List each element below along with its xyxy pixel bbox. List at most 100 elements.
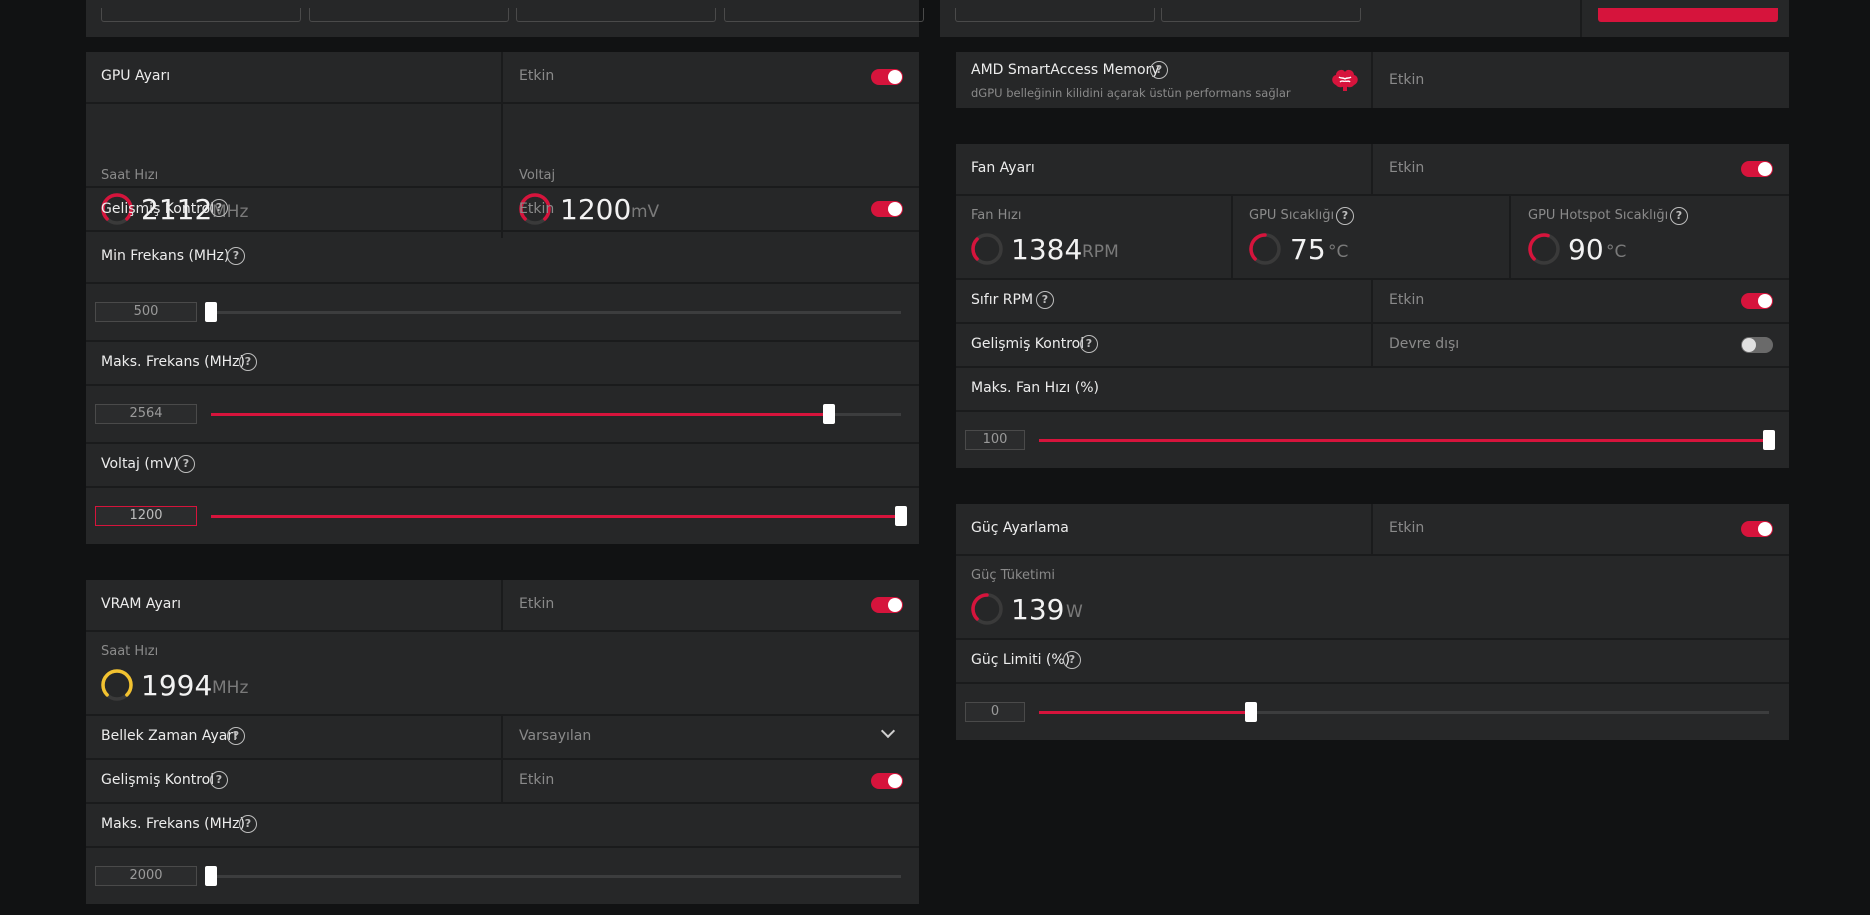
gpu-advanced-status: Etkin	[519, 201, 555, 217]
gpu-clock-label: Saat Hızı	[101, 168, 159, 183]
zero-rpm-help-icon[interactable]: ?	[1036, 291, 1054, 309]
max-fan-label: Maks. Fan Hızı (%)	[971, 380, 1099, 396]
vram-clock-label: Saat Hızı	[101, 644, 159, 659]
gpu-tuning-panel: GPU Ayarı Etkin Saat Hızı 2112 MHz Volta…	[86, 52, 919, 544]
gpu-temp-gauge	[1249, 233, 1281, 265]
power-limit-thumb[interactable]	[1244, 702, 1257, 722]
power-limit-label: Güç Limiti (%)	[971, 652, 1071, 668]
sam-title: AMD SmartAccess Memory	[971, 62, 1160, 78]
sam-subtitle: dGPU belleğinin kilidini açarak üstün pe…	[971, 86, 1291, 100]
top-button-6[interactable]	[1161, 8, 1361, 22]
max-fan-thumb[interactable]	[1763, 430, 1775, 450]
gpu-advanced-help-icon[interactable]: ?	[210, 199, 228, 217]
vram-advanced-help-icon[interactable]: ?	[210, 771, 228, 789]
max-fan-slider[interactable]	[1039, 430, 1775, 450]
hotspot-temp-label: GPU Hotspot Sıcaklığı	[1528, 208, 1669, 223]
gpu-temp-help-icon[interactable]: ?	[1336, 207, 1354, 225]
power-tuning-toggle[interactable]	[1741, 521, 1773, 537]
top-button-1[interactable]	[101, 8, 301, 22]
top-button-4[interactable]	[724, 8, 924, 22]
power-limit-slider[interactable]	[1039, 702, 1769, 722]
power-limit-help-icon[interactable]: ?	[1063, 651, 1081, 669]
gpu-tuning-title: GPU Ayarı	[101, 68, 171, 84]
top-button-3[interactable]	[516, 8, 716, 22]
vram-clock-unit: MHz	[212, 678, 249, 698]
vram-max-freq-input[interactable]: 2000	[95, 866, 197, 886]
vram-timing-select[interactable]: Varsayılan	[519, 728, 591, 744]
gpu-temp-label: GPU Sıcaklığı	[1249, 208, 1335, 223]
gpu-voltage-input[interactable]: 1200	[95, 506, 197, 526]
hotspot-temp-unit: °C	[1606, 242, 1627, 262]
chevron-down-icon[interactable]	[880, 723, 896, 739]
gpu-min-freq-help-icon[interactable]: ?	[227, 247, 245, 265]
vram-timing-help-icon[interactable]: ?	[227, 727, 245, 745]
top-button-5[interactable]	[955, 8, 1155, 22]
gpu-advanced-label: Gelişmiş Kontrol	[101, 201, 215, 217]
top-accent-button[interactable]	[1598, 8, 1778, 22]
power-consumption-value: 139	[1011, 593, 1065, 626]
sam-status: Etkin	[1389, 72, 1425, 88]
gpu-max-freq-thumb[interactable]	[822, 404, 835, 424]
gpu-voltage-slider[interactable]	[211, 506, 907, 526]
power-consumption-unit: W	[1066, 602, 1083, 622]
vram-max-freq-label: Maks. Frekans (MHz)	[101, 816, 245, 832]
power-limit-input[interactable]: 0	[965, 702, 1025, 722]
smart-access-memory-panel: AMD SmartAccess Memory ? dGPU belleğinin…	[956, 52, 1789, 108]
fan-advanced-toggle[interactable]	[1741, 337, 1773, 353]
vram-max-freq-slider[interactable]	[205, 866, 901, 886]
gpu-min-freq-thumb[interactable]	[205, 302, 217, 322]
vram-timing-label: Bellek Zaman Ayarı	[101, 728, 238, 744]
max-fan-input[interactable]: 100	[965, 430, 1025, 450]
power-tuning-status: Etkin	[1389, 520, 1425, 536]
vram-tuning-status: Etkin	[519, 596, 555, 612]
fan-tuning-status: Etkin	[1389, 160, 1425, 176]
fan-tuning-toggle[interactable]	[1741, 161, 1773, 177]
gpu-voltage-value: 1200	[560, 193, 632, 226]
hotspot-temp-help-icon[interactable]: ?	[1670, 207, 1688, 225]
top-strip-right	[940, 0, 1789, 37]
zero-rpm-label: Sıfır RPM	[971, 292, 1034, 308]
hotspot-temp-gauge	[1528, 233, 1560, 265]
zero-rpm-status: Etkin	[1389, 292, 1425, 308]
gpu-temp-value: 75	[1290, 233, 1326, 266]
vram-advanced-label: Gelişmiş Kontrol	[101, 772, 215, 788]
vram-tuning-panel: VRAM Ayarı Etkin Saat Hızı 1994 MHz Bell…	[86, 580, 919, 904]
vram-clock-gauge	[101, 669, 133, 701]
top-button-2[interactable]	[309, 8, 509, 22]
zero-rpm-toggle[interactable]	[1741, 293, 1773, 309]
gpu-voltage-label: Voltaj	[519, 168, 556, 183]
gpu-voltage-help-icon[interactable]: ?	[177, 455, 195, 473]
gpu-voltage-unit: mV	[631, 202, 660, 222]
fan-tuning-title: Fan Ayarı	[971, 160, 1035, 176]
fan-advanced-label: Gelişmiş Kontrol	[971, 336, 1085, 352]
gpu-min-freq-slider[interactable]	[205, 302, 901, 322]
hotspot-temp-value: 90	[1568, 233, 1604, 266]
vram-advanced-toggle[interactable]	[871, 773, 903, 789]
gpu-voltage-slider-label: Voltaj (mV)	[101, 456, 179, 472]
gpu-max-freq-help-icon[interactable]: ?	[239, 353, 257, 371]
gpu-temp-unit: °C	[1328, 242, 1349, 262]
top-strip-left	[86, 0, 924, 37]
vram-tuning-toggle[interactable]	[871, 597, 903, 613]
gpu-voltage-thumb[interactable]	[895, 506, 907, 526]
gpu-tuning-toggle[interactable]	[871, 69, 903, 85]
power-consumption-label: Güç Tüketimi	[971, 568, 1056, 583]
sam-help-icon[interactable]: ?	[1150, 61, 1168, 79]
gpu-advanced-toggle[interactable]	[871, 201, 903, 217]
fan-tuning-panel: Fan Ayarı Etkin Fan Hızı 1384 RPM GPU Sı…	[956, 144, 1789, 468]
gpu-max-freq-input[interactable]: 2564	[95, 404, 197, 424]
vram-max-freq-thumb[interactable]	[205, 866, 217, 886]
fan-speed-gauge	[971, 233, 1003, 265]
fan-speed-label: Fan Hızı	[971, 208, 1022, 223]
fan-advanced-status: Devre dışı	[1389, 336, 1460, 352]
fan-speed-unit: RPM	[1082, 242, 1119, 262]
fan-advanced-help-icon[interactable]: ?	[1080, 335, 1098, 353]
vram-tuning-title: VRAM Ayarı	[101, 596, 181, 612]
brain-icon	[1332, 69, 1358, 91]
gpu-min-freq-input[interactable]: 500	[95, 302, 197, 322]
gpu-max-freq-slider[interactable]	[211, 404, 901, 424]
vram-max-freq-help-icon[interactable]: ?	[239, 815, 257, 833]
power-tuning-title: Güç Ayarlama	[971, 520, 1069, 536]
fan-speed-value: 1384	[1011, 233, 1083, 266]
gpu-tuning-status: Etkin	[519, 68, 555, 84]
